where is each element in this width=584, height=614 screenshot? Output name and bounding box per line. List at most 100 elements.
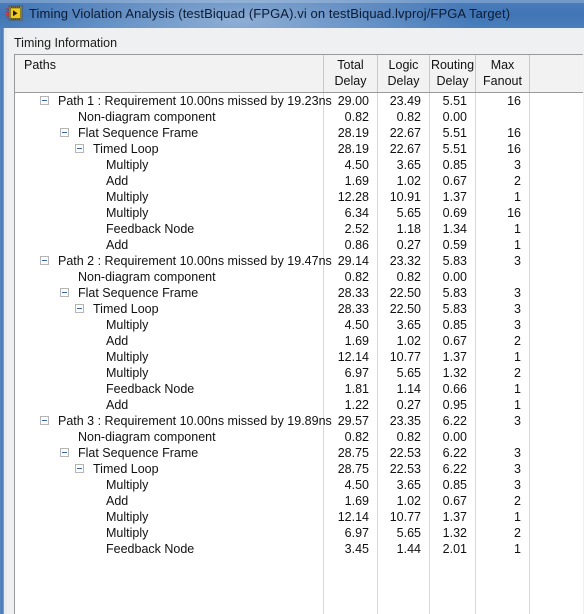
collapse-expander-icon[interactable] [75,144,84,153]
path-node-label: Multiply [106,158,149,172]
column-header-paths[interactable]: Paths [15,55,323,92]
window-left-inner-edge [4,28,7,614]
collapse-expander-icon[interactable] [75,464,84,473]
collapse-expander-icon[interactable] [40,256,49,265]
cell-logic: 22.50 [389,286,421,300]
path-node-label: Feedback Node [106,542,195,556]
path-node-label: Multiply [106,350,149,364]
collapse-expander-icon[interactable] [60,448,69,457]
table-row[interactable]: Multiply 6.34 5.65 0.69 16 [15,205,583,221]
table-row[interactable]: Timed Loop 28.75 22.53 6.22 3 [15,461,583,477]
table-row[interactable]: Multiply 12.14 10.77 1.37 1 [15,349,583,365]
table-row[interactable]: Add 1.69 1.02 0.67 2 [15,333,583,349]
cell-fanout: 3 [514,478,521,492]
cell-logic: 22.67 [389,126,421,140]
table-row[interactable]: Multiply 6.97 5.65 1.32 2 [15,365,583,381]
cell-fanout: 2 [514,494,521,508]
table-row[interactable]: Add 0.86 0.27 0.59 1 [15,237,583,253]
table-row[interactable]: Multiply 4.50 3.65 0.85 3 [15,477,583,493]
table-body[interactable]: Path 1 : Requirement 10.00ns missed by 1… [15,93,583,614]
table-row[interactable]: Add 1.69 1.02 0.67 2 [15,493,583,509]
table-row[interactable]: Feedback Node 1.81 1.14 0.66 1 [15,381,583,397]
cell-total: 28.33 [337,302,369,316]
path-node-label: Multiply [106,206,149,220]
table-row[interactable]: Multiply 12.28 10.91 1.37 1 [15,189,583,205]
cell-routing: 0.59 [442,238,467,252]
cell-logic: 5.65 [396,366,421,380]
cell-logic: 3.65 [396,478,421,492]
cell-fanout: 16 [507,94,521,108]
column-header-total[interactable]: Total Delay [323,55,377,92]
cell-logic: 5.65 [396,206,421,220]
cell-total: 0.82 [344,270,369,284]
cell-fanout: 1 [514,350,521,364]
table-row[interactable]: Multiply 12.14 10.77 1.37 1 [15,509,583,525]
table-row[interactable]: Feedback Node 2.52 1.18 1.34 1 [15,221,583,237]
table-row[interactable]: Flat Sequence Frame 28.75 22.53 6.22 3 [15,445,583,461]
cell-logic: 1.02 [396,174,421,188]
cell-logic: 1.14 [396,382,421,396]
table-row[interactable]: Multiply 6.97 5.65 1.32 2 [15,525,583,541]
cell-fanout: 1 [514,222,521,236]
cell-logic: 5.65 [396,526,421,540]
cell-fanout: 3 [514,302,521,316]
table-row[interactable]: Timed Loop 28.33 22.50 5.83 3 [15,301,583,317]
table-row[interactable]: Feedback Node 3.45 1.44 2.01 1 [15,541,583,557]
path-node-label: Multiply [106,510,149,524]
column-header-label: Routing [430,58,475,72]
cell-logic: 22.50 [389,302,421,316]
path-node-label: Multiply [106,190,149,204]
window-titlebar[interactable]: Timing Violation Analysis (testBiquad (F… [0,0,584,29]
path-node-label: Path 2 : Requirement 10.00ns missed by 1… [58,254,332,268]
cell-routing: 0.67 [442,174,467,188]
cell-logic: 1.18 [396,222,421,236]
cell-fanout: 1 [514,238,521,252]
table-row[interactable]: Path 2 : Requirement 10.00ns missed by 1… [15,253,583,269]
collapse-expander-icon[interactable] [60,288,69,297]
cell-logic: 0.27 [396,238,421,252]
table-row[interactable]: Multiply 4.50 3.65 0.85 3 [15,157,583,173]
collapse-expander-icon[interactable] [75,304,84,313]
cell-routing: 0.85 [442,478,467,492]
cell-fanout: 2 [514,366,521,380]
table-row[interactable]: Non-diagram component 0.82 0.82 0.00 [15,109,583,125]
collapse-expander-icon[interactable] [40,96,49,105]
column-header-fanout[interactable]: Max Fanout [475,55,529,92]
table-row[interactable]: Multiply 4.50 3.65 0.85 3 [15,317,583,333]
collapse-expander-icon[interactable] [40,416,49,425]
table-row[interactable]: Path 3 : Requirement 10.00ns missed by 1… [15,413,583,429]
table-row[interactable]: Path 1 : Requirement 10.00ns missed by 1… [15,93,583,109]
column-header-routing[interactable]: Routing Delay [429,55,475,92]
cell-total: 12.28 [337,190,369,204]
cell-fanout: 3 [514,414,521,428]
column-header-label-line2: Fanout [483,74,522,88]
column-header-label: Paths [24,58,56,72]
table-row[interactable]: Add 1.22 0.27 0.95 1 [15,397,583,413]
cell-routing: 0.00 [442,270,467,284]
cell-routing: 6.22 [442,446,467,460]
path-node-label: Multiply [106,478,149,492]
cell-logic: 10.91 [389,190,421,204]
cell-routing: 1.37 [442,510,467,524]
cell-total: 4.50 [344,318,369,332]
table-row[interactable]: Timed Loop 28.19 22.67 5.51 16 [15,141,583,157]
path-node-label: Flat Sequence Frame [78,286,199,300]
column-header-spare[interactable] [529,55,583,92]
cell-total: 3.45 [344,542,369,556]
table-row[interactable]: Non-diagram component 0.82 0.82 0.00 [15,429,583,445]
column-header-logic[interactable]: Logic Delay [377,55,429,92]
cell-routing: 0.00 [442,430,467,444]
cell-fanout: 2 [514,334,521,348]
table-row[interactable]: Add 1.69 1.02 0.67 2 [15,173,583,189]
cell-fanout: 1 [514,510,521,524]
table-row[interactable]: Non-diagram component 0.82 0.82 0.00 [15,269,583,285]
cell-fanout: 3 [514,318,521,332]
path-node-label: Multiply [106,526,149,540]
cell-total: 1.22 [344,398,369,412]
cell-fanout: 3 [514,446,521,460]
table-row[interactable]: Flat Sequence Frame 28.33 22.50 5.83 3 [15,285,583,301]
table-row[interactable]: Flat Sequence Frame 28.19 22.67 5.51 16 [15,125,583,141]
cell-routing: 1.37 [442,350,467,364]
collapse-expander-icon[interactable] [60,128,69,137]
cell-fanout: 16 [507,142,521,156]
